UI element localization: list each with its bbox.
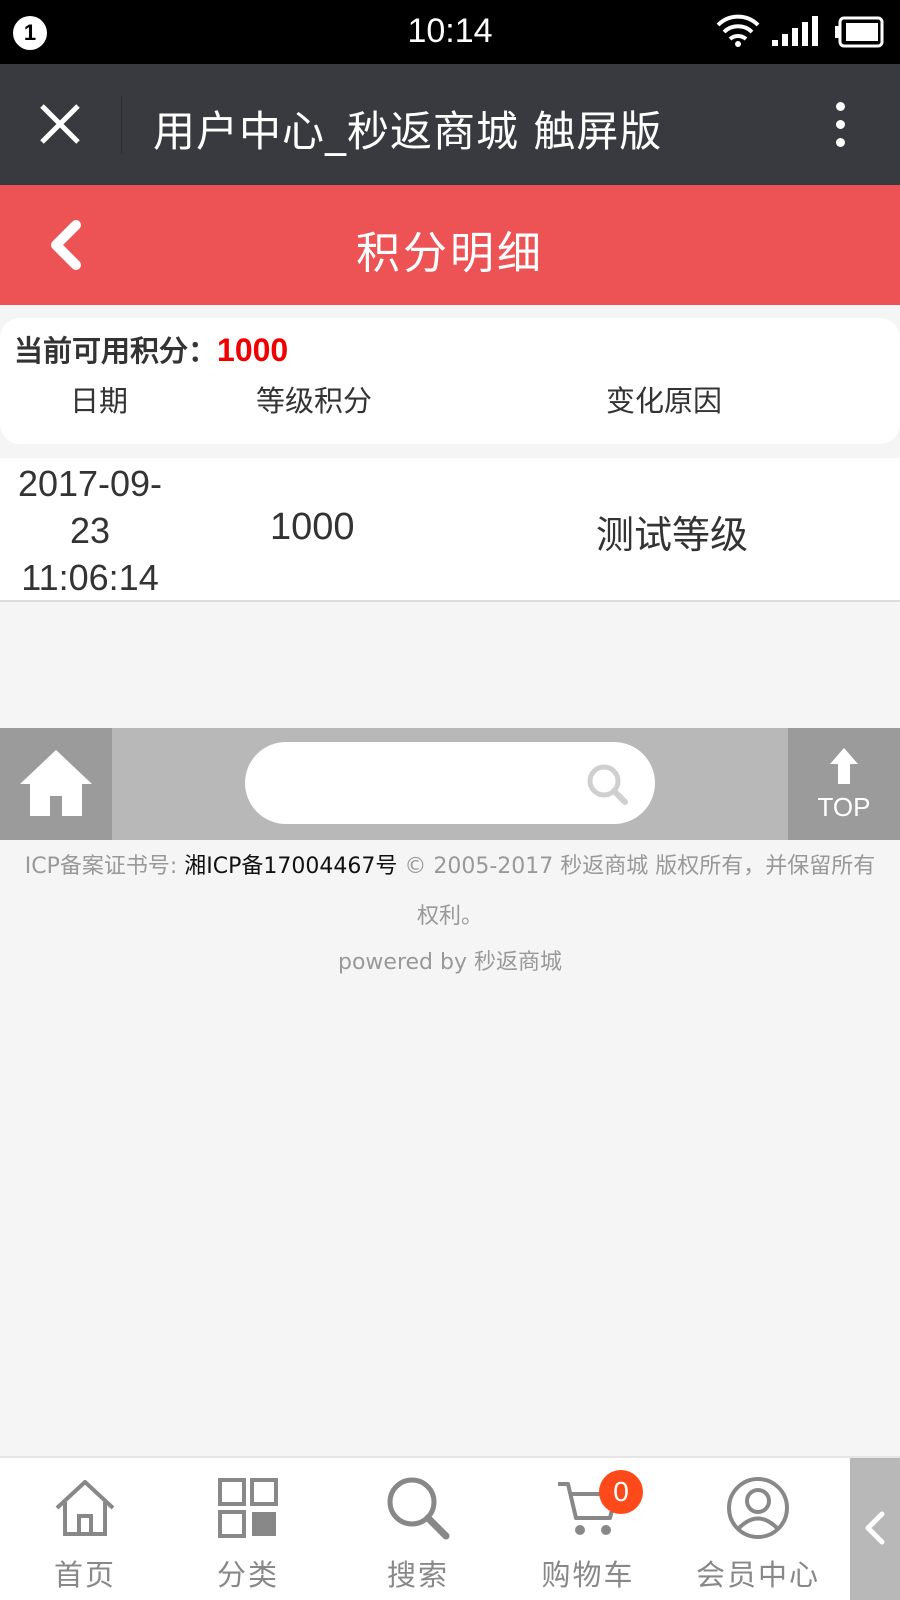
nav-item-search[interactable]: 搜索 xyxy=(333,1458,503,1600)
home-icon xyxy=(20,750,92,816)
search-icon xyxy=(387,1477,450,1540)
nav-item-member-center[interactable]: 会员中心 xyxy=(673,1458,843,1600)
current-points-label: 当前可用积分： xyxy=(14,334,218,368)
arrow-up-icon xyxy=(830,748,858,784)
app-bar-divider xyxy=(121,96,122,154)
wifi-icon xyxy=(716,14,760,47)
table-row: 2017-09- 23 11:06:14 1000 测试等级 xyxy=(0,458,900,602)
page-header: 积分明细 xyxy=(0,185,900,305)
close-button[interactable] xyxy=(30,94,90,154)
footer-home-button[interactable] xyxy=(0,728,112,840)
nav-label: 首页 xyxy=(53,1558,116,1592)
home-icon xyxy=(55,1480,115,1536)
nav-label: 分类 xyxy=(216,1558,279,1592)
search-icon[interactable] xyxy=(585,762,629,806)
copyright-rights: © 2005-2017 秒返商城 版权所有，并保留所有权利。 xyxy=(397,854,876,929)
points-summary-card: 当前可用积分：1000 日期 等级积分 变化原因 xyxy=(0,318,900,444)
icp-prefix: ICP备案证书号: xyxy=(24,854,185,879)
nav-label: 搜索 xyxy=(386,1558,449,1592)
footer-toolbar: TOP xyxy=(0,728,900,840)
collapse-nav-button[interactable] xyxy=(850,1458,900,1600)
category-grid-icon xyxy=(218,1478,278,1538)
date-line: 23 xyxy=(69,510,111,551)
more-vertical-icon xyxy=(836,102,845,111)
close-icon xyxy=(40,104,80,144)
more-options-button[interactable] xyxy=(820,94,860,154)
current-points: 当前可用积分：1000 xyxy=(14,328,288,370)
chevron-left-icon xyxy=(865,1511,885,1545)
app-bar: 用户中心_秒返商城 触屏版 xyxy=(0,64,900,185)
page-title: 积分明细 xyxy=(356,228,544,279)
icp-number-link[interactable]: 湘ICP备17004467号 xyxy=(184,854,397,879)
nav-item-cart[interactable]: 0 购物车 xyxy=(503,1458,673,1600)
footer-search-input[interactable] xyxy=(245,742,655,824)
back-to-top-button[interactable]: TOP xyxy=(788,728,900,840)
column-header-reason: 变化原因 xyxy=(606,384,723,418)
nav-item-category[interactable]: 分类 xyxy=(163,1458,333,1600)
cart-count-badge: 0 xyxy=(599,1470,643,1514)
user-icon xyxy=(727,1477,789,1539)
signal-icon xyxy=(772,16,818,46)
column-header-points: 等级积分 xyxy=(256,384,373,418)
status-time: 10:14 xyxy=(407,12,493,50)
top-label: TOP xyxy=(817,792,871,822)
battery-icon xyxy=(835,16,884,48)
cell-points: 1000 xyxy=(270,506,355,548)
bottom-nav: 首页 分类 搜索 0 购物车 会员中心 xyxy=(0,1456,900,1600)
nav-label: 购物车 xyxy=(541,1558,635,1592)
date-line: 2017-09- xyxy=(17,463,163,504)
nav-item-home[interactable]: 首页 xyxy=(0,1458,170,1600)
more-dot xyxy=(836,120,845,129)
cell-date: 2017-09- 23 11:06:14 xyxy=(0,460,180,601)
more-dot xyxy=(836,138,845,147)
cell-reason: 测试等级 xyxy=(596,513,749,557)
app-title: 用户中心_秒返商城 触屏版 xyxy=(153,107,663,156)
nav-label: 会员中心 xyxy=(695,1558,820,1592)
date-line: 11:06:14 xyxy=(21,557,159,598)
powered-by-text: powered by 秒返商城 xyxy=(338,950,562,975)
status-bar: 1 10:14 xyxy=(0,0,900,64)
column-header-date: 日期 xyxy=(70,384,129,418)
copyright-text: ICP备案证书号: 湘ICP备17004467号 © 2005-2017 秒返商… xyxy=(20,842,880,942)
current-points-value: 1000 xyxy=(217,332,289,368)
